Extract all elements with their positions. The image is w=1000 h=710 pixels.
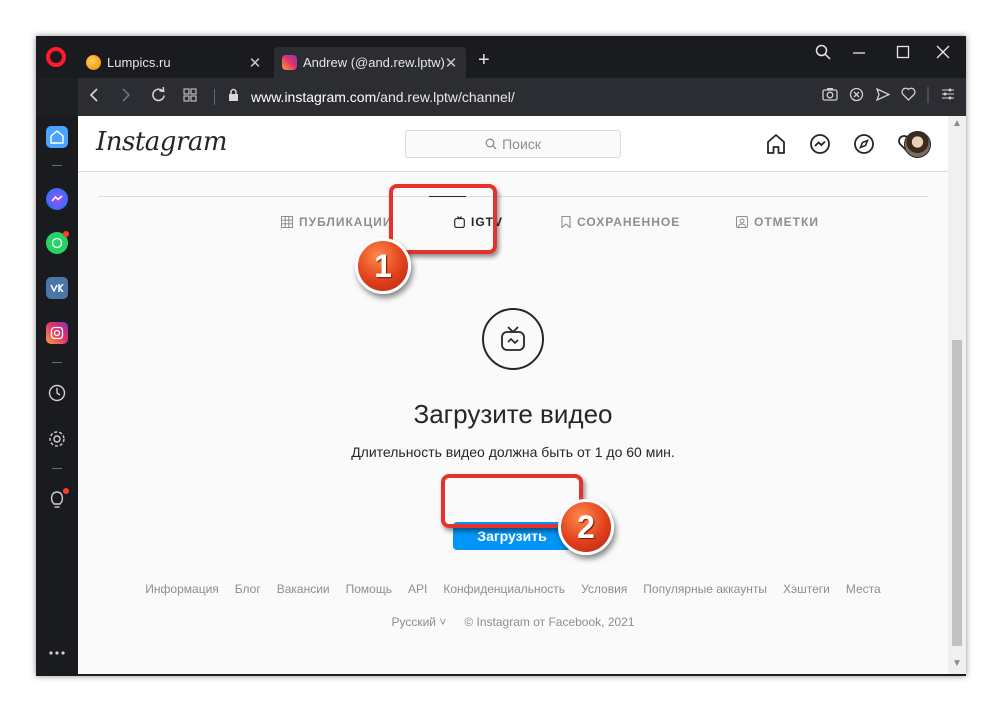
footer-link[interactable]: Конфиденциальность	[443, 582, 565, 596]
vk-icon[interactable]	[46, 277, 68, 299]
adblock-icon[interactable]	[846, 87, 866, 106]
minimize-icon[interactable]	[844, 44, 874, 65]
send-icon[interactable]	[872, 87, 892, 106]
tab-title: Lumpics.ru	[107, 55, 171, 70]
home-icon[interactable]	[46, 126, 68, 148]
search-icon	[485, 138, 497, 150]
scroll-down-icon[interactable]: ▼	[951, 658, 963, 669]
highlight-igtv-tab	[389, 184, 497, 254]
forward-icon[interactable]	[110, 87, 142, 107]
footer-link[interactable]: Хэштеги	[783, 582, 830, 596]
footer-link[interactable]: Вакансии	[277, 582, 330, 596]
footer-link[interactable]: Помощь	[346, 582, 392, 596]
copyright: © Instagram от Facebook, 2021	[464, 615, 635, 629]
divider	[214, 89, 215, 105]
heart-icon[interactable]	[898, 87, 918, 106]
footer-link[interactable]: Блог	[235, 582, 261, 596]
settings-gear-icon[interactable]	[46, 428, 68, 450]
search-tabs-icon[interactable]	[808, 44, 838, 65]
sidebar-separator	[52, 362, 62, 363]
footer-link[interactable]: Популярные аккаунты	[643, 582, 767, 596]
history-icon[interactable]	[46, 382, 68, 404]
speed-dial-icon[interactable]	[174, 88, 206, 107]
tab-label: ПУБЛИКАЦИИ	[299, 215, 393, 229]
sidebar-separator	[52, 468, 62, 469]
instagram-logo[interactable]: Instagram	[96, 127, 228, 157]
tab-title: Andrew (@and.rew.lptw) •	[303, 55, 444, 70]
lock-icon[interactable]	[223, 88, 243, 107]
direct-messenger-icon[interactable]	[808, 132, 832, 156]
instagram-favicon-icon	[282, 55, 297, 70]
camera-icon[interactable]	[820, 87, 840, 106]
grid-icon	[281, 216, 293, 228]
tab-saved[interactable]: СОХРАНЕННОЕ	[561, 215, 680, 229]
footer-link[interactable]: API	[408, 582, 427, 596]
search-input[interactable]: Поиск	[405, 130, 621, 158]
upload-title: Загрузите видео	[413, 399, 613, 429]
scrollbar-thumb[interactable]	[952, 340, 962, 646]
instagram-sidebar-icon[interactable]	[46, 322, 68, 344]
tab-bar: Lumpics.ru ✕ Andrew (@and.rew.lptw) • ✕ …	[36, 36, 966, 78]
page-content: Instagram Поиск ПУБЛИКАЦИИ IGTV СОХРАНЕН…	[78, 116, 948, 674]
footer-link[interactable]: Места	[846, 582, 881, 596]
maximize-icon[interactable]	[888, 44, 918, 65]
step-badge-2: 2	[558, 499, 614, 555]
opera-sidebar	[36, 116, 78, 676]
upload-subtitle: Длительность видео должна быть от 1 до 6…	[351, 444, 675, 460]
lumpics-favicon-icon	[86, 55, 101, 70]
divider	[924, 87, 932, 106]
scrollbar[interactable]: ▲ ▼	[948, 116, 966, 674]
messenger-icon[interactable]	[46, 188, 68, 210]
url-field[interactable]: www.instagram.com/and.rew.lptw/channel/	[251, 89, 515, 105]
footer-link[interactable]: Условия	[581, 582, 627, 596]
notification-dot	[63, 488, 69, 494]
explore-compass-icon[interactable]	[852, 132, 876, 156]
bookmark-icon	[561, 216, 571, 228]
more-options-icon[interactable]	[46, 642, 68, 664]
step-badge-1: 1	[355, 238, 411, 294]
home-nav-icon[interactable]	[764, 132, 788, 156]
avatar[interactable]	[904, 131, 931, 158]
tabs-divider	[98, 196, 928, 197]
footer-link[interactable]: Информация	[145, 582, 218, 596]
footer-links: Информация Блог Вакансии Помощь API Конф…	[78, 582, 948, 596]
opera-menu-icon[interactable]	[46, 47, 66, 67]
close-tab-icon[interactable]: ✕	[248, 54, 262, 72]
browser-window: Lumpics.ru ✕ Andrew (@and.rew.lptw) • ✕ …	[36, 36, 966, 676]
sidebar-separator	[52, 165, 62, 166]
tab-label: ОТМЕТКИ	[754, 215, 819, 229]
tagged-icon	[736, 216, 748, 228]
search-placeholder: Поиск	[502, 136, 541, 152]
footer-meta: Русский ˅ © Instagram от Facebook, 2021	[78, 615, 948, 629]
instagram-header: Instagram Поиск	[78, 116, 948, 172]
tab-lumpics[interactable]: Lumpics.ru ✕	[78, 47, 270, 78]
url-path: /and.rew.lptw/channel/	[376, 89, 515, 105]
notification-dot	[63, 231, 69, 237]
tab-tagged[interactable]: ОТМЕТКИ	[736, 215, 819, 229]
address-actions	[820, 87, 958, 106]
tab-publications[interactable]: ПУБЛИКАЦИИ	[281, 215, 392, 229]
igtv-large-icon	[482, 308, 544, 370]
tab-label: СОХРАНЕННОЕ	[577, 215, 681, 229]
scroll-up-icon[interactable]: ▲	[951, 118, 963, 129]
address-bar: www.instagram.com/and.rew.lptw/channel/	[78, 78, 966, 116]
tab-instagram[interactable]: Andrew (@and.rew.lptw) • ✕	[274, 47, 466, 78]
back-icon[interactable]	[78, 87, 110, 107]
close-tab-icon[interactable]: ✕	[444, 54, 458, 72]
reload-icon[interactable]	[142, 86, 174, 107]
url-host: www.instagram.com	[251, 89, 377, 105]
close-window-icon[interactable]	[928, 44, 958, 65]
new-tab-button[interactable]: +	[478, 49, 490, 72]
easy-setup-icon[interactable]	[938, 87, 958, 106]
language-select[interactable]: Русский ˅	[391, 615, 446, 629]
